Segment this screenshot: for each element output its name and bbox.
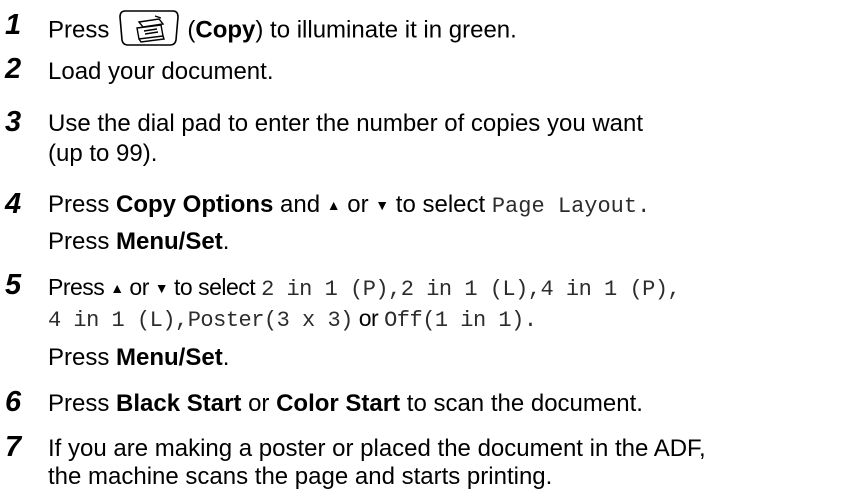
step-text-line-2: the machine scans the page and starts pr… — [48, 463, 553, 490]
up-arrow-icon: ▲ — [326, 197, 341, 213]
copy-key-icon — [119, 8, 180, 48]
step-number: 2 — [5, 53, 22, 85]
step-number: 3 — [5, 106, 22, 138]
step-text-line-2: (up to 99). — [48, 140, 158, 167]
step-text-line-3: Press Menu/Set. — [48, 344, 230, 371]
copy-key-icon — [119, 10, 180, 46]
step-number: 4 — [5, 188, 22, 220]
step-number: 5 — [5, 269, 22, 301]
step-number: 6 — [5, 386, 22, 418]
step-number: 7 — [5, 431, 22, 463]
up-arrow-icon: ▲ — [110, 280, 124, 296]
step-text-line-1: Press ▲ or ▼ to select 2 in 1 (P),2 in 1… — [48, 274, 681, 302]
down-arrow-icon: ▼ — [154, 280, 169, 296]
step-text: Press Black Start or Color Start to scan… — [48, 390, 643, 417]
step-number: 1 — [5, 9, 22, 41]
down-arrow-icon: ▼ — [375, 197, 390, 213]
step-text-line-1: Press Copy Options and ▲ or ▼ to select … — [48, 191, 651, 219]
step-text-line-2: 4 in 1 (L),Poster(3 x 3) or Off(1 in 1). — [48, 305, 537, 333]
step-text-line-1: Use the dial pad to enter the number of … — [48, 110, 644, 137]
step-text-line-1: If you are making a poster or placed the… — [48, 435, 706, 462]
step-text-line-2: Press Menu/Set. — [48, 228, 230, 255]
step-text: Press (Copy) to illuminate it in green. — [48, 8, 517, 51]
step-text: Load your document. — [48, 58, 274, 85]
